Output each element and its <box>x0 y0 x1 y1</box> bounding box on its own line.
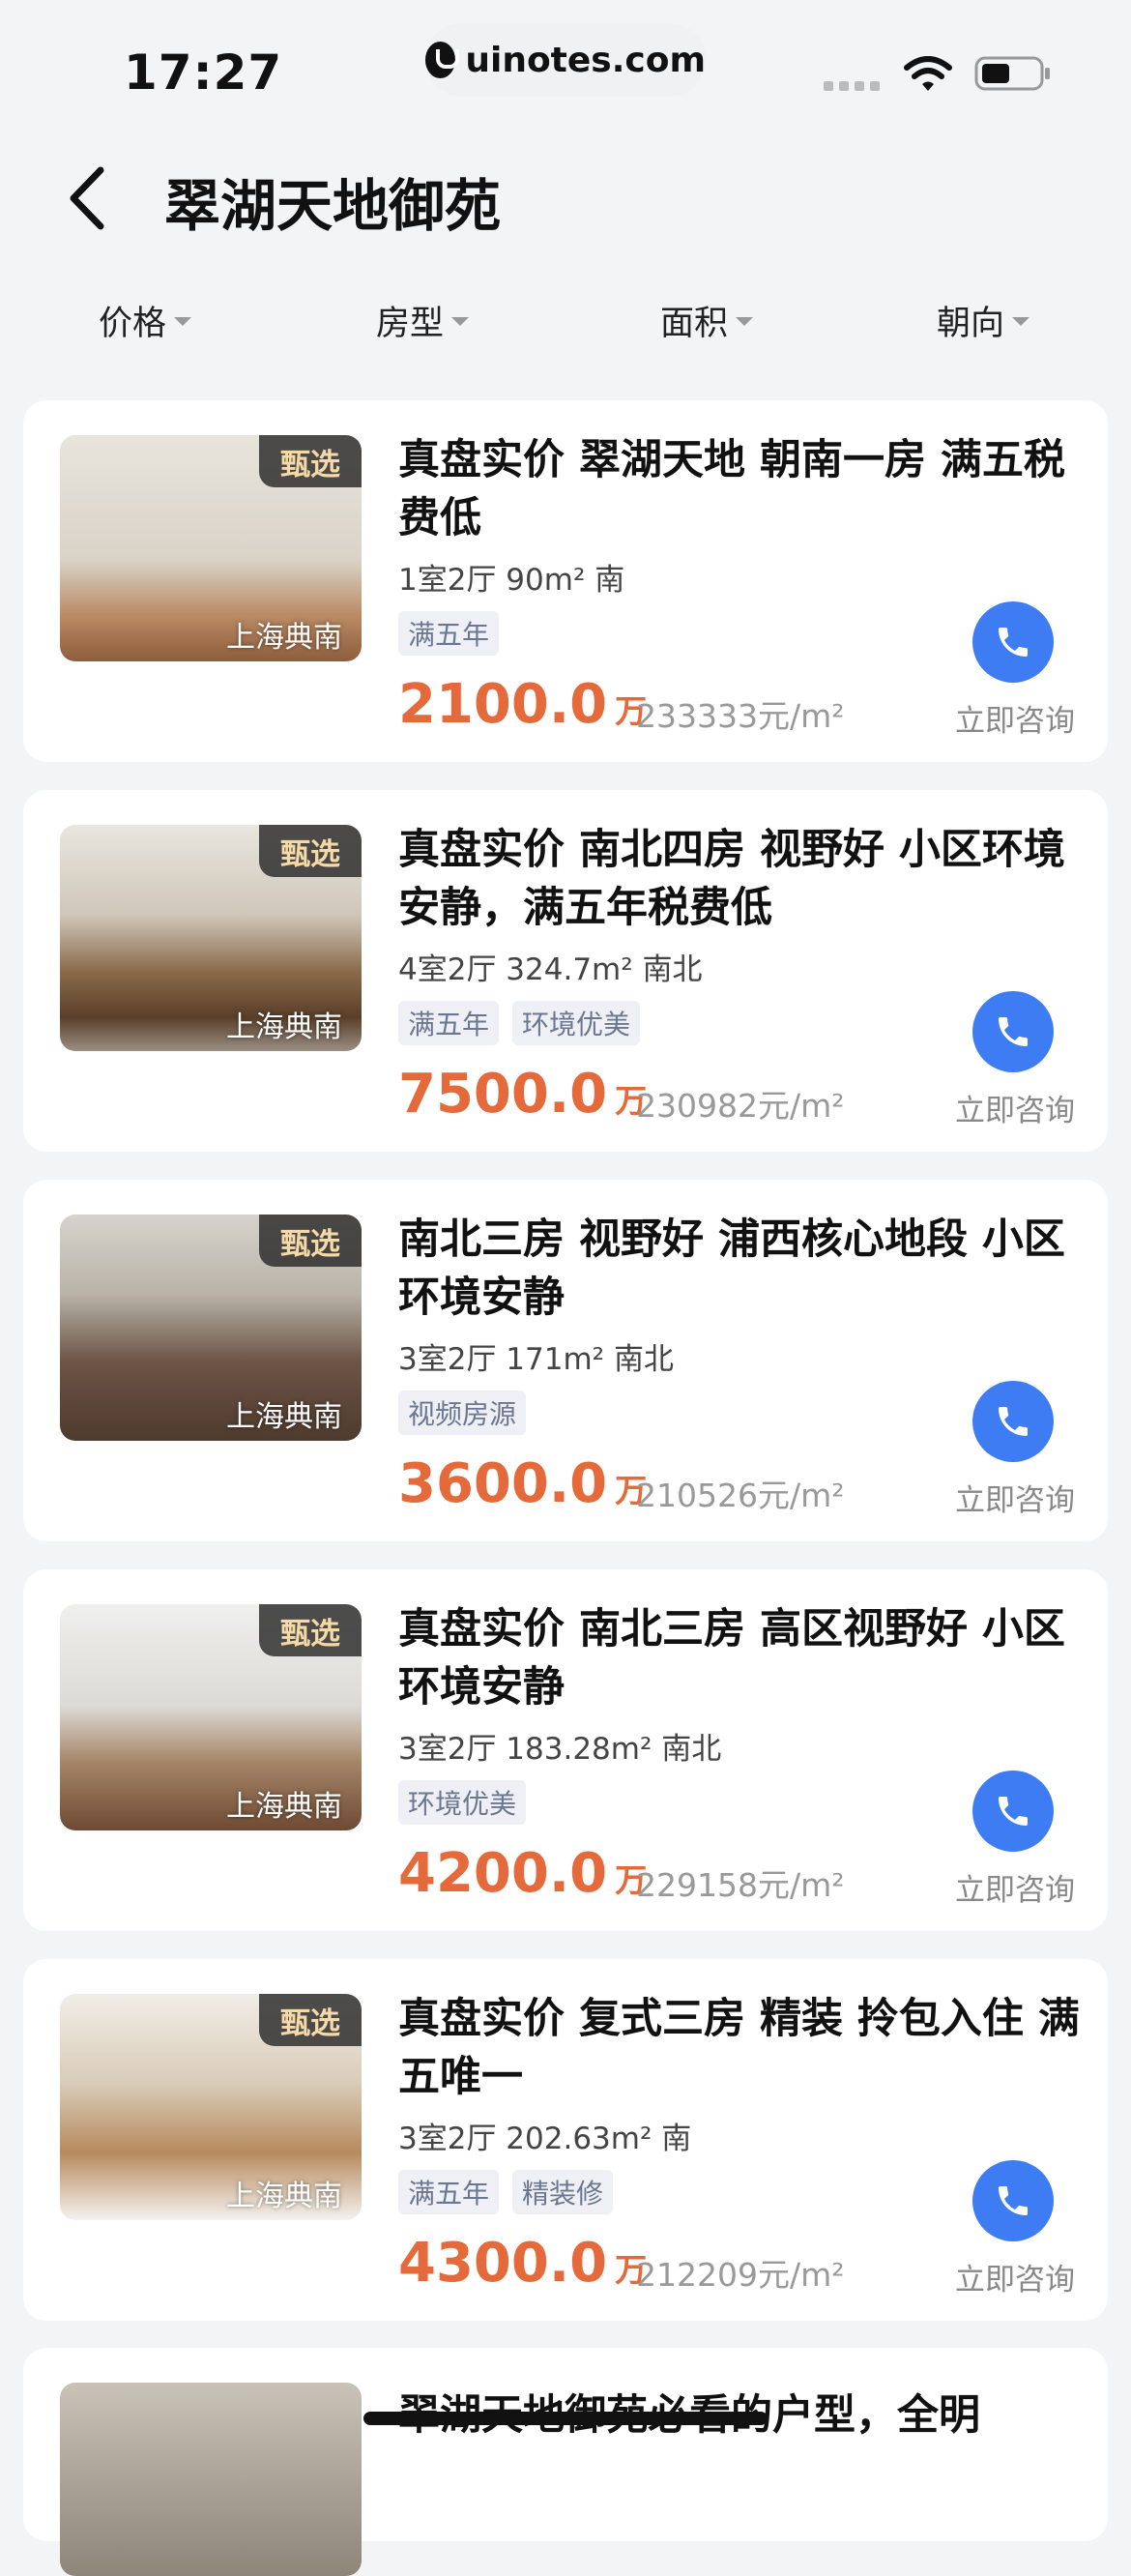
listing-card-partial[interactable]: 翠湖天地御苑必看的户型，全明 <box>23 2348 1108 2576</box>
listing-thumbnail[interactable]: 甄选 上海典南 <box>60 825 362 1051</box>
listing-info: 3室2厅 202.63m² 南 <box>398 2122 692 2156</box>
unit-price: 210526元/m² <box>636 1477 845 1514</box>
listing-info: 3室2厅 171m² 南北 <box>398 1342 674 1377</box>
listing-title: 真盘实价 复式三房 精装 拎包入住 满五唯一 <box>398 1995 1080 2101</box>
listing-tag: 精装修 <box>512 2170 614 2214</box>
unit-price: 230982元/m² <box>636 1087 845 1125</box>
call-label[interactable]: 立即咨询 <box>955 1865 1075 1909</box>
filter-area[interactable]: 面积 <box>660 296 754 345</box>
phone-icon <box>999 628 1028 657</box>
caret-down-icon <box>1012 317 1030 326</box>
call-label[interactable]: 立即咨询 <box>955 1086 1075 1129</box>
listing-price: 2100.0 万 <box>398 673 647 736</box>
phone-icon <box>999 1017 1028 1046</box>
phone-icon <box>999 2186 1028 2215</box>
listing-photo <box>60 2383 362 2576</box>
listing-tags: 满五年 环境优美 <box>398 1001 641 1045</box>
listing-tags: 满五年 精装修 <box>398 2170 614 2214</box>
listing-tag: 满五年 <box>398 611 500 656</box>
listing-tag: 满五年 <box>398 1001 500 1045</box>
filter-layout[interactable]: 房型 <box>376 296 470 345</box>
unit-price: 233333元/m² <box>636 697 845 735</box>
listing-tags: 视频房源 <box>398 1390 527 1435</box>
featured-badge: 甄选 <box>259 825 362 877</box>
price-value: 2100.0 <box>398 673 608 736</box>
caret-down-icon <box>451 317 470 326</box>
listing-info: 1室2厅 90m² 南 <box>398 563 625 598</box>
filter-area-label: 面积 <box>660 305 729 343</box>
battery-icon <box>974 56 1050 91</box>
listing-price: 4200.0 万 <box>398 1842 647 1905</box>
listing-title: 真盘实价 南北三房 高区视野好 小区环境安静 <box>398 1605 1065 1712</box>
phone-icon <box>999 1407 1028 1436</box>
status-time: 17:27 <box>124 44 283 101</box>
unit-price: 229158元/m² <box>636 1866 845 1904</box>
listing-info: 3室2厅 183.28m² 南北 <box>398 1732 722 1767</box>
wifi-icon <box>904 56 952 91</box>
agency-watermark: 上海典南 <box>226 2180 342 2213</box>
listing-title: 真盘实价 南北四房 视野好 小区环境安静，满五年税费低 <box>398 826 1065 932</box>
call-label[interactable]: 立即咨询 <box>955 696 1075 740</box>
listing-tag: 视频房源 <box>398 1390 527 1435</box>
phone-icon <box>999 1797 1028 1826</box>
price-value: 7500.0 <box>398 1063 608 1126</box>
listing-card[interactable]: 甄选 上海典南 真盘实价 复式三房 精装 拎包入住 满五唯一 3室2厅 202.… <box>23 1959 1108 2321</box>
agency-watermark: 上海典南 <box>226 621 342 655</box>
listing-thumbnail[interactable]: 甄选 上海典南 <box>60 1604 362 1830</box>
listing-tags: 满五年 <box>398 611 500 656</box>
listing-card[interactable]: 甄选 上海典南 真盘实价 南北四房 视野好 小区环境安静，满五年税费低 4室2厅… <box>23 790 1108 1152</box>
listing-tag: 环境优美 <box>512 1001 641 1045</box>
featured-badge: 甄选 <box>259 1604 362 1656</box>
url-pill[interactable]: uinotes.com <box>425 23 706 97</box>
filter-price[interactable]: 价格 <box>99 296 192 345</box>
signal-icon <box>824 81 884 93</box>
listing-card[interactable]: 甄选 上海典南 南北三房 视野好 浦西核心地段 小区环境安静 3室2厅 171m… <box>23 1180 1108 1541</box>
call-button[interactable] <box>972 1381 1054 1462</box>
page-title: 翠湖天地御苑 <box>164 173 502 239</box>
price-value: 4300.0 <box>398 2232 608 2295</box>
caret-down-icon <box>174 317 192 326</box>
listing-thumbnail[interactable]: 甄选 上海典南 <box>60 1215 362 1441</box>
listing-tags: 环境优美 <box>398 1780 527 1825</box>
listing-card[interactable]: 甄选 上海典南 真盘实价 南北三房 高区视野好 小区环境安静 3室2厅 183.… <box>23 1569 1108 1931</box>
call-button[interactable] <box>972 1771 1054 1852</box>
filter-layout-label: 房型 <box>376 305 445 343</box>
listing-price: 3600.0 万 <box>398 1452 647 1515</box>
listing-info: 4室2厅 324.7m² 南北 <box>398 952 703 987</box>
featured-badge: 甄选 <box>259 1994 362 2046</box>
agency-watermark: 上海典南 <box>226 1790 342 1824</box>
listing-title: 南北三房 视野好 浦西核心地段 小区环境安静 <box>398 1215 1065 1322</box>
call-button[interactable] <box>972 991 1054 1072</box>
listing-tag: 满五年 <box>398 2170 500 2214</box>
filter-orientation-label: 朝向 <box>937 305 1005 343</box>
call-label[interactable]: 立即咨询 <box>955 2255 1075 2298</box>
uinotes-logo-icon <box>425 42 460 78</box>
filter-orientation[interactable]: 朝向 <box>937 296 1030 345</box>
listing-tag: 环境优美 <box>398 1780 527 1825</box>
call-label[interactable]: 立即咨询 <box>955 1476 1075 1519</box>
listing-price: 7500.0 万 <box>398 1063 647 1126</box>
featured-badge: 甄选 <box>259 435 362 487</box>
caret-down-icon <box>736 317 754 326</box>
price-value: 3600.0 <box>398 1452 608 1515</box>
back-chevron-icon[interactable] <box>64 164 112 232</box>
call-button[interactable] <box>972 601 1054 683</box>
price-value: 4200.0 <box>398 1842 608 1905</box>
listing-thumbnail[interactable]: 甄选 上海典南 <box>60 1994 362 2220</box>
status-bar: 17:27 uinotes.com <box>0 0 1131 126</box>
listing-price: 4300.0 万 <box>398 2232 647 2295</box>
agency-watermark: 上海典南 <box>226 1400 342 1434</box>
url-text: uinotes.com <box>465 40 706 80</box>
unit-price: 212209元/m² <box>636 2256 845 2294</box>
featured-badge: 甄选 <box>259 1215 362 1267</box>
agency-watermark: 上海典南 <box>226 1010 342 1044</box>
filter-price-label: 价格 <box>99 305 167 343</box>
listing-thumbnail[interactable]: 甄选 上海典南 <box>60 435 362 661</box>
call-button[interactable] <box>972 2160 1054 2241</box>
home-indicator[interactable] <box>363 2412 768 2425</box>
listing-card[interactable]: 甄选 上海典南 真盘实价 翠湖天地 朝南一房 满五税费低 1室2厅 90m² 南… <box>23 400 1108 762</box>
listing-title: 真盘实价 翠湖天地 朝南一房 满五税费低 <box>398 436 1065 542</box>
